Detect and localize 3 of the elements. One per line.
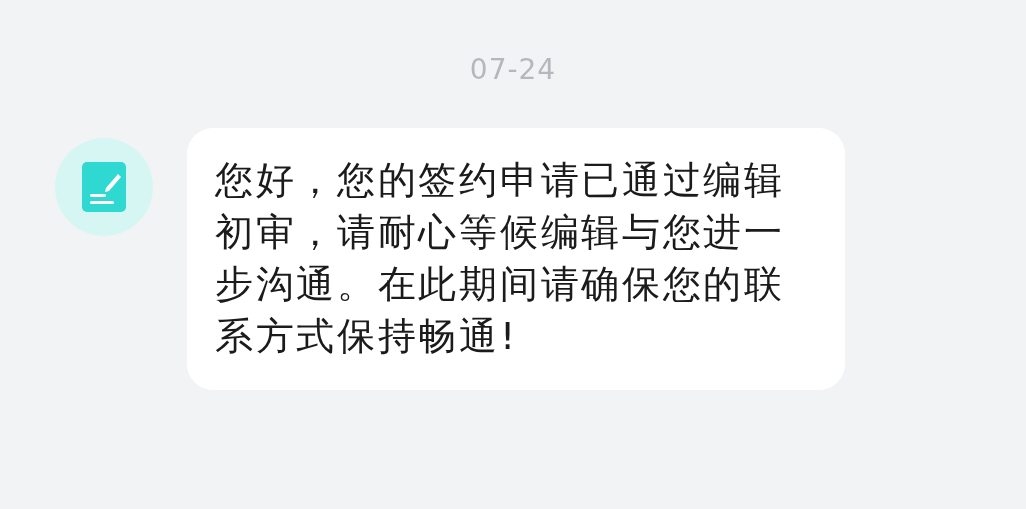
message-text: 您好，您的签约申请已通过编辑初审，请耐心等候编辑与您进一步沟通。在此期间请确保您的联系方式保持畅通!: [215, 157, 786, 360]
note-icon: [82, 162, 126, 212]
message-date: 07-24: [468, 52, 558, 88]
